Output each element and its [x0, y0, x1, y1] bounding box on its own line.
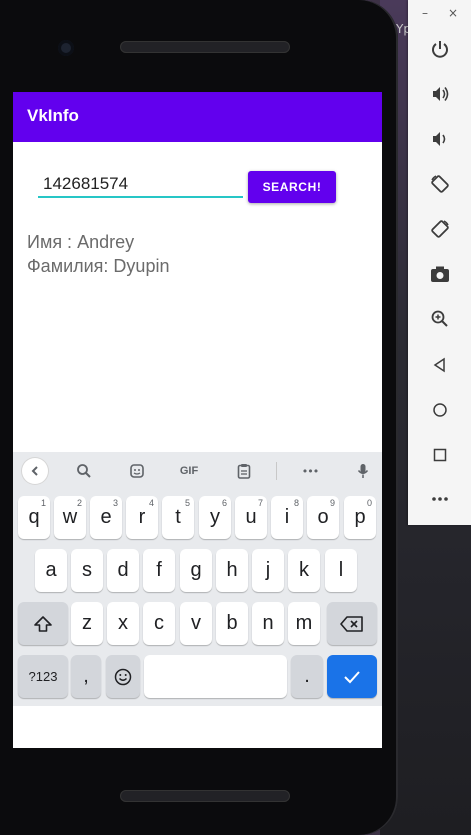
key-g[interactable]: g — [180, 549, 212, 592]
last-name-text: Фамилия: Dyupin — [27, 256, 170, 276]
key-hint: 8 — [293, 498, 299, 508]
key-e[interactable]: e3 — [90, 496, 122, 539]
key-f[interactable]: f — [143, 549, 175, 592]
shift-key[interactable] — [18, 602, 68, 645]
space-key[interactable] — [144, 655, 287, 698]
key-label: r — [138, 506, 146, 528]
key-label: u — [245, 506, 257, 528]
key-label: i — [284, 506, 290, 528]
app-title: VkInfo — [27, 106, 79, 125]
nav-back-icon[interactable] — [424, 349, 456, 381]
key-label: y — [210, 506, 220, 528]
key-label: e — [100, 506, 112, 528]
key-d[interactable]: d — [107, 549, 139, 592]
key-hint: 1 — [40, 498, 46, 508]
clipboard-icon[interactable] — [231, 458, 257, 484]
key-hint: 7 — [257, 498, 263, 508]
volume-down-icon[interactable] — [424, 123, 456, 155]
key-x[interactable]: x — [107, 602, 139, 645]
key-b[interactable]: b — [216, 602, 248, 645]
period-key[interactable]: . — [291, 655, 323, 698]
key-w[interactable]: w2 — [54, 496, 86, 539]
key-z[interactable]: z — [71, 602, 103, 645]
bottom-speaker — [120, 790, 290, 802]
rotate-left-icon[interactable] — [424, 168, 456, 200]
backspace-key[interactable] — [327, 602, 377, 645]
search-button[interactable]: SEARCH! — [248, 171, 336, 203]
key-u[interactable]: u7 — [235, 496, 267, 539]
key-q[interactable]: q1 — [18, 496, 50, 539]
camera-icon[interactable] — [424, 258, 456, 290]
back-icon[interactable] — [22, 458, 48, 484]
key-hint: 0 — [366, 498, 372, 508]
power-icon[interactable] — [424, 33, 456, 65]
overview-icon[interactable] — [424, 439, 456, 471]
more-icon[interactable]: ••• — [297, 458, 323, 484]
more-options-icon[interactable] — [424, 483, 456, 515]
key-t[interactable]: t5 — [162, 496, 194, 539]
home-icon[interactable] — [424, 394, 456, 426]
mic-icon[interactable] — [350, 458, 376, 484]
key-label: q — [28, 506, 40, 528]
key-k[interactable]: k — [288, 549, 320, 592]
symbols-key[interactable]: ?123 — [18, 655, 68, 698]
zoom-icon[interactable] — [424, 303, 456, 335]
key-p[interactable]: p0 — [344, 496, 376, 539]
top-speaker — [120, 41, 290, 53]
emulator-sidebar: – × — [408, 0, 471, 525]
key-m[interactable]: m — [288, 602, 320, 645]
key-hint: 4 — [148, 498, 154, 508]
emoji-key[interactable] — [106, 655, 140, 698]
keyboard-suggestion-bar: GIF ••• — [13, 452, 382, 490]
enter-key[interactable] — [327, 655, 377, 698]
key-hint: 6 — [221, 498, 227, 508]
bottom-navigation-area — [13, 706, 382, 748]
front-camera — [58, 40, 74, 56]
app-screen: VkInfo SEARCH! Имя : Andrey Фамилия: Dyu… — [13, 92, 382, 748]
phone-frame: VkInfo SEARCH! Имя : Andrey Фамилия: Dyu… — [0, 0, 398, 835]
key-label: w — [62, 506, 78, 528]
sticker-icon[interactable] — [124, 458, 150, 484]
rotate-right-icon[interactable] — [424, 213, 456, 245]
key-hint: 3 — [112, 498, 118, 508]
volume-up-icon[interactable] — [424, 78, 456, 110]
minimize-button[interactable]: – — [422, 6, 428, 20]
key-h[interactable]: h — [216, 549, 248, 592]
comma-key[interactable]: , — [71, 655, 101, 698]
emoji-icon — [114, 668, 132, 685]
key-s[interactable]: s — [71, 549, 103, 592]
key-hint: 9 — [329, 498, 335, 508]
key-a[interactable]: a — [35, 549, 67, 592]
key-label: t — [175, 506, 181, 528]
key-hint: 5 — [184, 498, 190, 508]
search-icon[interactable] — [71, 458, 97, 484]
key-o[interactable]: o9 — [307, 496, 339, 539]
key-i[interactable]: i8 — [271, 496, 303, 539]
key-y[interactable]: y6 — [199, 496, 231, 539]
shift-icon — [34, 615, 52, 632]
close-button[interactable]: × — [448, 6, 458, 20]
key-c[interactable]: c — [143, 602, 175, 645]
key-n[interactable]: n — [252, 602, 284, 645]
suggestion-divider — [276, 462, 277, 480]
id-search-input[interactable] — [38, 172, 243, 198]
check-icon — [344, 670, 360, 683]
first-name-text: Имя : Andrey — [27, 232, 135, 252]
key-r[interactable]: r4 — [126, 496, 158, 539]
key-hint: 2 — [76, 498, 82, 508]
key-label: o — [317, 506, 329, 528]
backspace-icon — [340, 615, 363, 632]
gif-icon[interactable]: GIF — [176, 458, 202, 484]
key-j[interactable]: j — [252, 549, 284, 592]
soft-keyboard: GIF ••• q1 w2 e3 r4 t5 y6 u7 i8 o9 p0 a … — [13, 452, 382, 706]
key-v[interactable]: v — [180, 602, 212, 645]
key-l[interactable]: l — [325, 549, 357, 592]
app-bar: VkInfo — [13, 92, 382, 142]
key-label: p — [354, 506, 366, 528]
